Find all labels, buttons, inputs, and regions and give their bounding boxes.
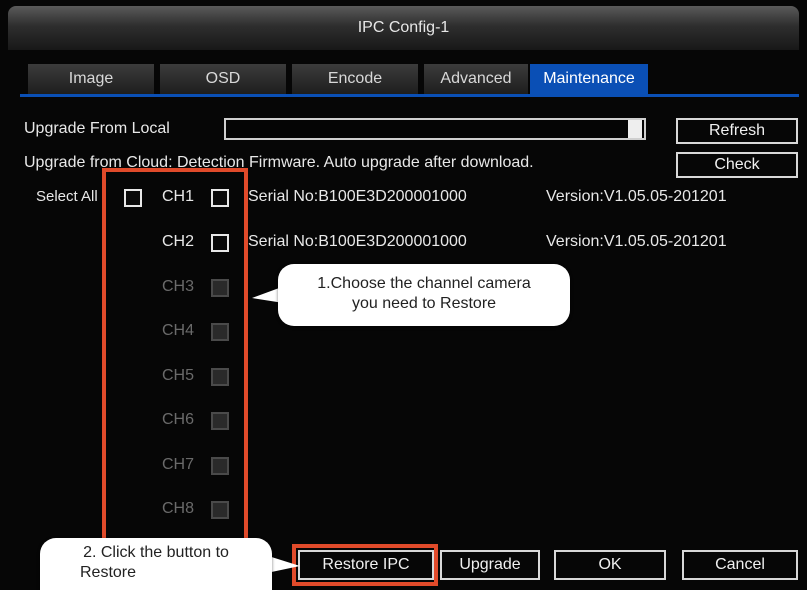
channel-highlight-box xyxy=(102,168,248,558)
upgrade-local-label: Upgrade From Local xyxy=(24,120,170,137)
step1-line2: you need to Restore xyxy=(351,295,497,312)
ok-button[interactable]: OK xyxy=(554,550,666,580)
tab-osd[interactable]: OSD xyxy=(160,64,286,94)
tab-underline xyxy=(20,94,799,97)
select-all-label: Select All xyxy=(36,188,98,205)
tab-maintenance[interactable]: Maintenance xyxy=(530,64,648,94)
step2-callout: 2. Click the button to Restore xyxy=(40,538,272,590)
upgrade-cloud-label: Upgrade from Cloud: Detection Firmware. … xyxy=(24,154,534,171)
step2-line2: Restore xyxy=(80,564,137,581)
upgrade-file-select[interactable] xyxy=(224,118,646,140)
ch1-version: Version:V1.05.05-201201 xyxy=(546,188,727,205)
cancel-button[interactable]: Cancel xyxy=(682,550,798,580)
ch1-serial: Serial No:B100E3D200001000 xyxy=(248,188,467,205)
tab-bar: Image OSD Encode Advanced Maintenance xyxy=(20,64,799,94)
tab-image[interactable]: Image xyxy=(28,64,154,94)
step1-callout: 1.Choose the channel camera you need to … xyxy=(278,264,570,326)
step1-line1: 1.Choose the channel camera xyxy=(317,275,531,292)
dropdown-arrow-icon[interactable] xyxy=(628,120,642,138)
tab-advanced[interactable]: Advanced xyxy=(424,64,528,94)
window-title: IPC Config-1 xyxy=(8,6,799,50)
ch2-version: Version:V1.05.05-201201 xyxy=(546,233,727,250)
refresh-button[interactable]: Refresh xyxy=(676,118,798,144)
ch2-serial: Serial No:B100E3D200001000 xyxy=(248,233,467,250)
step2-line1: 2. Click the button to xyxy=(83,544,229,561)
tab-encode[interactable]: Encode xyxy=(292,64,418,94)
restore-highlight-box xyxy=(292,544,438,586)
upgrade-button[interactable]: Upgrade xyxy=(440,550,540,580)
ipc-config-window: IPC Config-1 Image OSD Encode Advanced M… xyxy=(0,0,807,590)
check-button[interactable]: Check xyxy=(676,152,798,178)
